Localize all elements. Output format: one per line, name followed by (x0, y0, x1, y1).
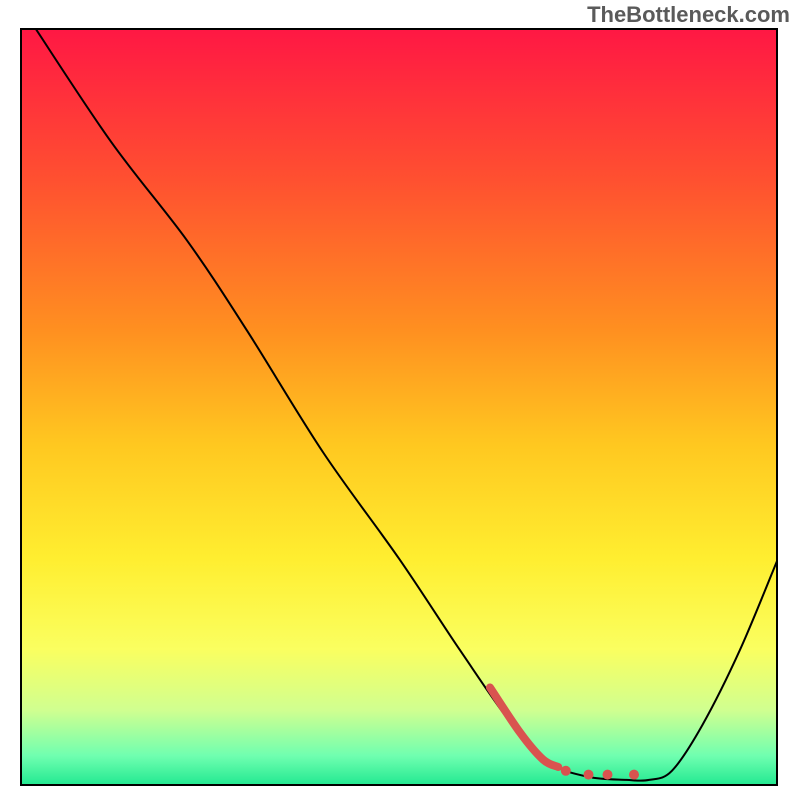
plot-area (20, 28, 778, 786)
chart-svg (20, 28, 778, 786)
watermark-text: TheBottleneck.com (587, 2, 790, 28)
highlight-dots-point (584, 770, 594, 780)
highlight-dots-point (561, 766, 571, 776)
highlight-dots-point (603, 770, 613, 780)
chart-container: TheBottleneck.com (0, 0, 800, 800)
gradient-background (20, 28, 778, 786)
highlight-dots-point (629, 770, 639, 780)
